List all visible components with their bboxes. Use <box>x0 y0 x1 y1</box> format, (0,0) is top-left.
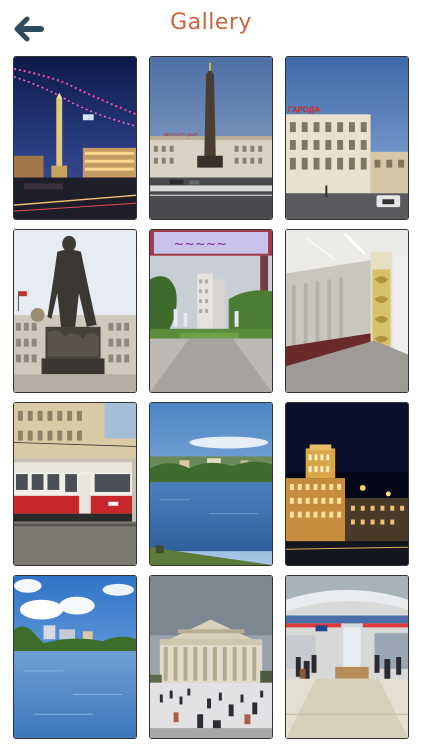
photo-thumbnail[interactable] <box>285 229 409 393</box>
photo-lake <box>14 576 136 738</box>
building-sign: ВЕЛАСРАДЫЯ <box>164 132 198 138</box>
photo-victory-square: ВЕЛАСРАДЫЯ <box>150 57 272 219</box>
building-sign: ГАРОДА <box>288 105 320 114</box>
photo-building-sign: ГАРОДА <box>286 57 408 219</box>
photo-thumbnail[interactable] <box>285 575 409 739</box>
photo-thumbnail[interactable]: ВЕЛАСРАДЫЯ <box>149 56 273 220</box>
photo-thumbnail[interactable] <box>13 56 137 220</box>
photo-night-square <box>14 57 136 219</box>
photo-thumbnail[interactable] <box>149 402 273 566</box>
photo-park-alley: ~~~~~ <box>150 230 272 392</box>
header: Gallery <box>0 0 422 56</box>
photo-thumbnail[interactable]: ~~~~~ <box>149 229 273 393</box>
photo-thumbnail[interactable] <box>13 402 137 566</box>
svg-text:~~~~~: ~~~~~ <box>174 237 228 252</box>
page-title: Gallery <box>170 10 252 35</box>
photo-grid: ВЕЛАСРАДЫЯ ГАРОДА ~~~~~ <box>13 56 409 740</box>
photo-thumbnail[interactable] <box>285 402 409 566</box>
photo-thumbnail[interactable] <box>13 575 137 739</box>
photo-theatre <box>150 576 272 738</box>
photo-statue <box>14 230 136 392</box>
photo-tram <box>14 403 136 565</box>
photo-modern-metro <box>286 576 408 738</box>
gallery-screen: Gallery ВЕЛАСРАДЫЯ ГАРОДА ~~~~~ <box>0 0 422 750</box>
photo-thumbnail[interactable]: ГАРОДА <box>285 56 409 220</box>
photo-thumbnail[interactable] <box>149 575 273 739</box>
photo-river-island <box>150 403 272 565</box>
photo-metro-station <box>286 230 408 392</box>
photo-night-tower <box>286 403 408 565</box>
photo-thumbnail[interactable] <box>13 229 137 393</box>
